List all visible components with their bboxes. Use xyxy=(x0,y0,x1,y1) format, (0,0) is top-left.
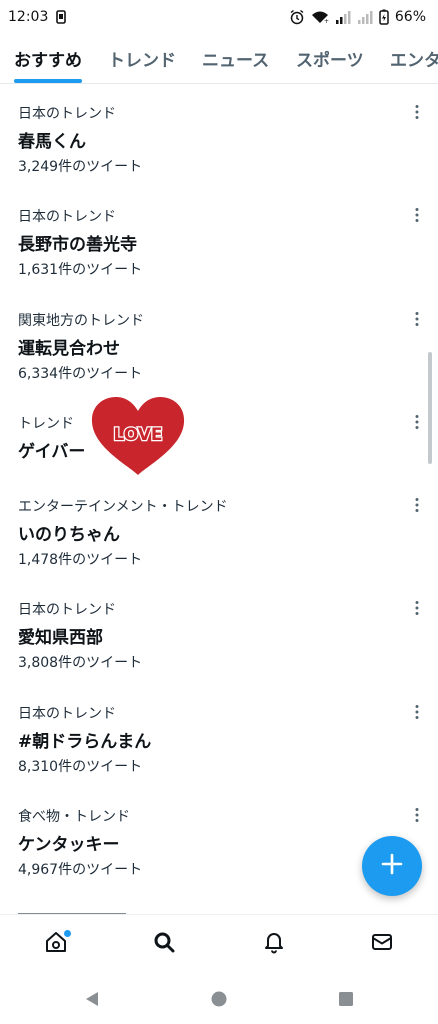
bell-icon xyxy=(262,930,286,958)
tab-sports[interactable]: スポーツ xyxy=(296,46,364,71)
plus-icon xyxy=(381,853,403,879)
trend-item[interactable]: エンターテインメント・トレンド いのりちゃん 1,478件のツイート xyxy=(0,496,438,596)
system-nav-bar xyxy=(0,974,438,1024)
tab-entertainment[interactable]: エンタ xyxy=(390,46,438,71)
more-options-icon[interactable] xyxy=(408,496,426,514)
nav-messages[interactable] xyxy=(352,915,412,973)
alarm-icon xyxy=(289,9,305,25)
trend-count: 3,249件のツイート xyxy=(18,159,143,175)
trend-name: #朝ドラらんまん xyxy=(18,732,152,752)
trend-name: いのりちゃん xyxy=(18,525,120,545)
search-icon xyxy=(152,930,176,958)
trend-count: 1,478件のツイート xyxy=(18,552,143,568)
trend-name: 春馬くん xyxy=(18,132,86,152)
more-options-icon[interactable] xyxy=(408,703,426,721)
battery-percent: 66% xyxy=(394,9,426,25)
trend-context: エンターテインメント・トレンド xyxy=(18,499,228,515)
nav-notifications[interactable] xyxy=(244,915,304,973)
more-options-icon[interactable] xyxy=(408,103,426,121)
trend-item[interactable]: 関東地方のトレンド 運転見合わせ 6,334件のツイート xyxy=(0,310,438,410)
active-tab-indicator xyxy=(14,79,82,83)
trend-name: 運転見合わせ xyxy=(18,339,120,359)
home-circle-icon[interactable] xyxy=(206,986,232,1012)
trend-context: 日本のトレンド xyxy=(18,209,116,225)
bottom-nav xyxy=(0,914,438,974)
trend-count: 1,631件のツイート xyxy=(18,262,143,278)
tab-recommended[interactable]: おすすめ xyxy=(14,46,82,71)
notification-dot xyxy=(64,930,71,937)
trend-context: 食べ物・トレンド xyxy=(18,809,130,825)
love-sticker-text: LOVE xyxy=(114,425,163,445)
more-options-icon[interactable] xyxy=(408,310,426,328)
svg-text:+: + xyxy=(324,18,329,24)
trend-context: 日本のトレンド xyxy=(18,602,116,618)
compose-button[interactable] xyxy=(362,836,422,896)
trend-context: 関東地方のトレンド xyxy=(18,313,144,329)
trend-item[interactable]: 日本のトレンド 愛知県西部 3,808件のツイート xyxy=(0,599,438,699)
trend-name: ケンタッキー xyxy=(18,835,120,855)
trend-item[interactable]: 日本のトレンド #朝ドラらんまん 8,310件のツイート xyxy=(0,703,438,803)
trend-count: 6,334件のツイート xyxy=(18,366,143,382)
mail-icon xyxy=(370,930,394,958)
signal-icon xyxy=(335,10,351,24)
more-options-icon[interactable] xyxy=(408,206,426,224)
trend-name: 長野市の善光寺 xyxy=(18,235,137,255)
tab-trending[interactable]: トレンド xyxy=(108,46,176,71)
trend-name: 愛知県西部 xyxy=(18,628,103,648)
more-options-icon[interactable] xyxy=(408,413,426,431)
trend-count: 3,808件のツイート xyxy=(18,655,143,671)
wifi-icon: + xyxy=(311,10,329,24)
explore-tabs: おすすめ トレンド ニュース スポーツ エンタ xyxy=(0,38,438,84)
signal-icon xyxy=(357,10,373,24)
trend-item[interactable]: 日本のトレンド 長野市の善光寺 1,631件のツイート xyxy=(0,206,438,306)
trend-item[interactable]: 日本のトレンド 春馬くん 3,249件のツイート xyxy=(0,103,438,203)
love-heart-sticker: LOVE xyxy=(89,395,187,477)
recents-icon[interactable] xyxy=(333,986,359,1012)
battery-icon xyxy=(379,9,389,25)
trend-context: 日本のトレンド xyxy=(18,106,116,122)
scrollbar-thumb[interactable] xyxy=(428,352,432,464)
trend-count: 4,967件のツイート xyxy=(18,862,143,878)
trend-context: トレンド xyxy=(18,416,74,432)
nav-home[interactable] xyxy=(26,915,86,973)
nav-search[interactable] xyxy=(134,915,194,973)
status-bar: 12:03 + 66% xyxy=(0,0,438,34)
back-icon[interactable] xyxy=(79,986,105,1012)
more-options-icon[interactable] xyxy=(408,599,426,617)
tab-news[interactable]: ニュース xyxy=(202,46,269,71)
more-options-icon[interactable] xyxy=(408,806,426,824)
status-time: 12:03 xyxy=(8,9,49,25)
trend-name: ゲイバー xyxy=(18,442,86,462)
card-icon xyxy=(56,10,67,24)
trend-context: 日本のトレンド xyxy=(18,706,116,722)
trend-count: 8,310件のツイート xyxy=(18,759,143,775)
